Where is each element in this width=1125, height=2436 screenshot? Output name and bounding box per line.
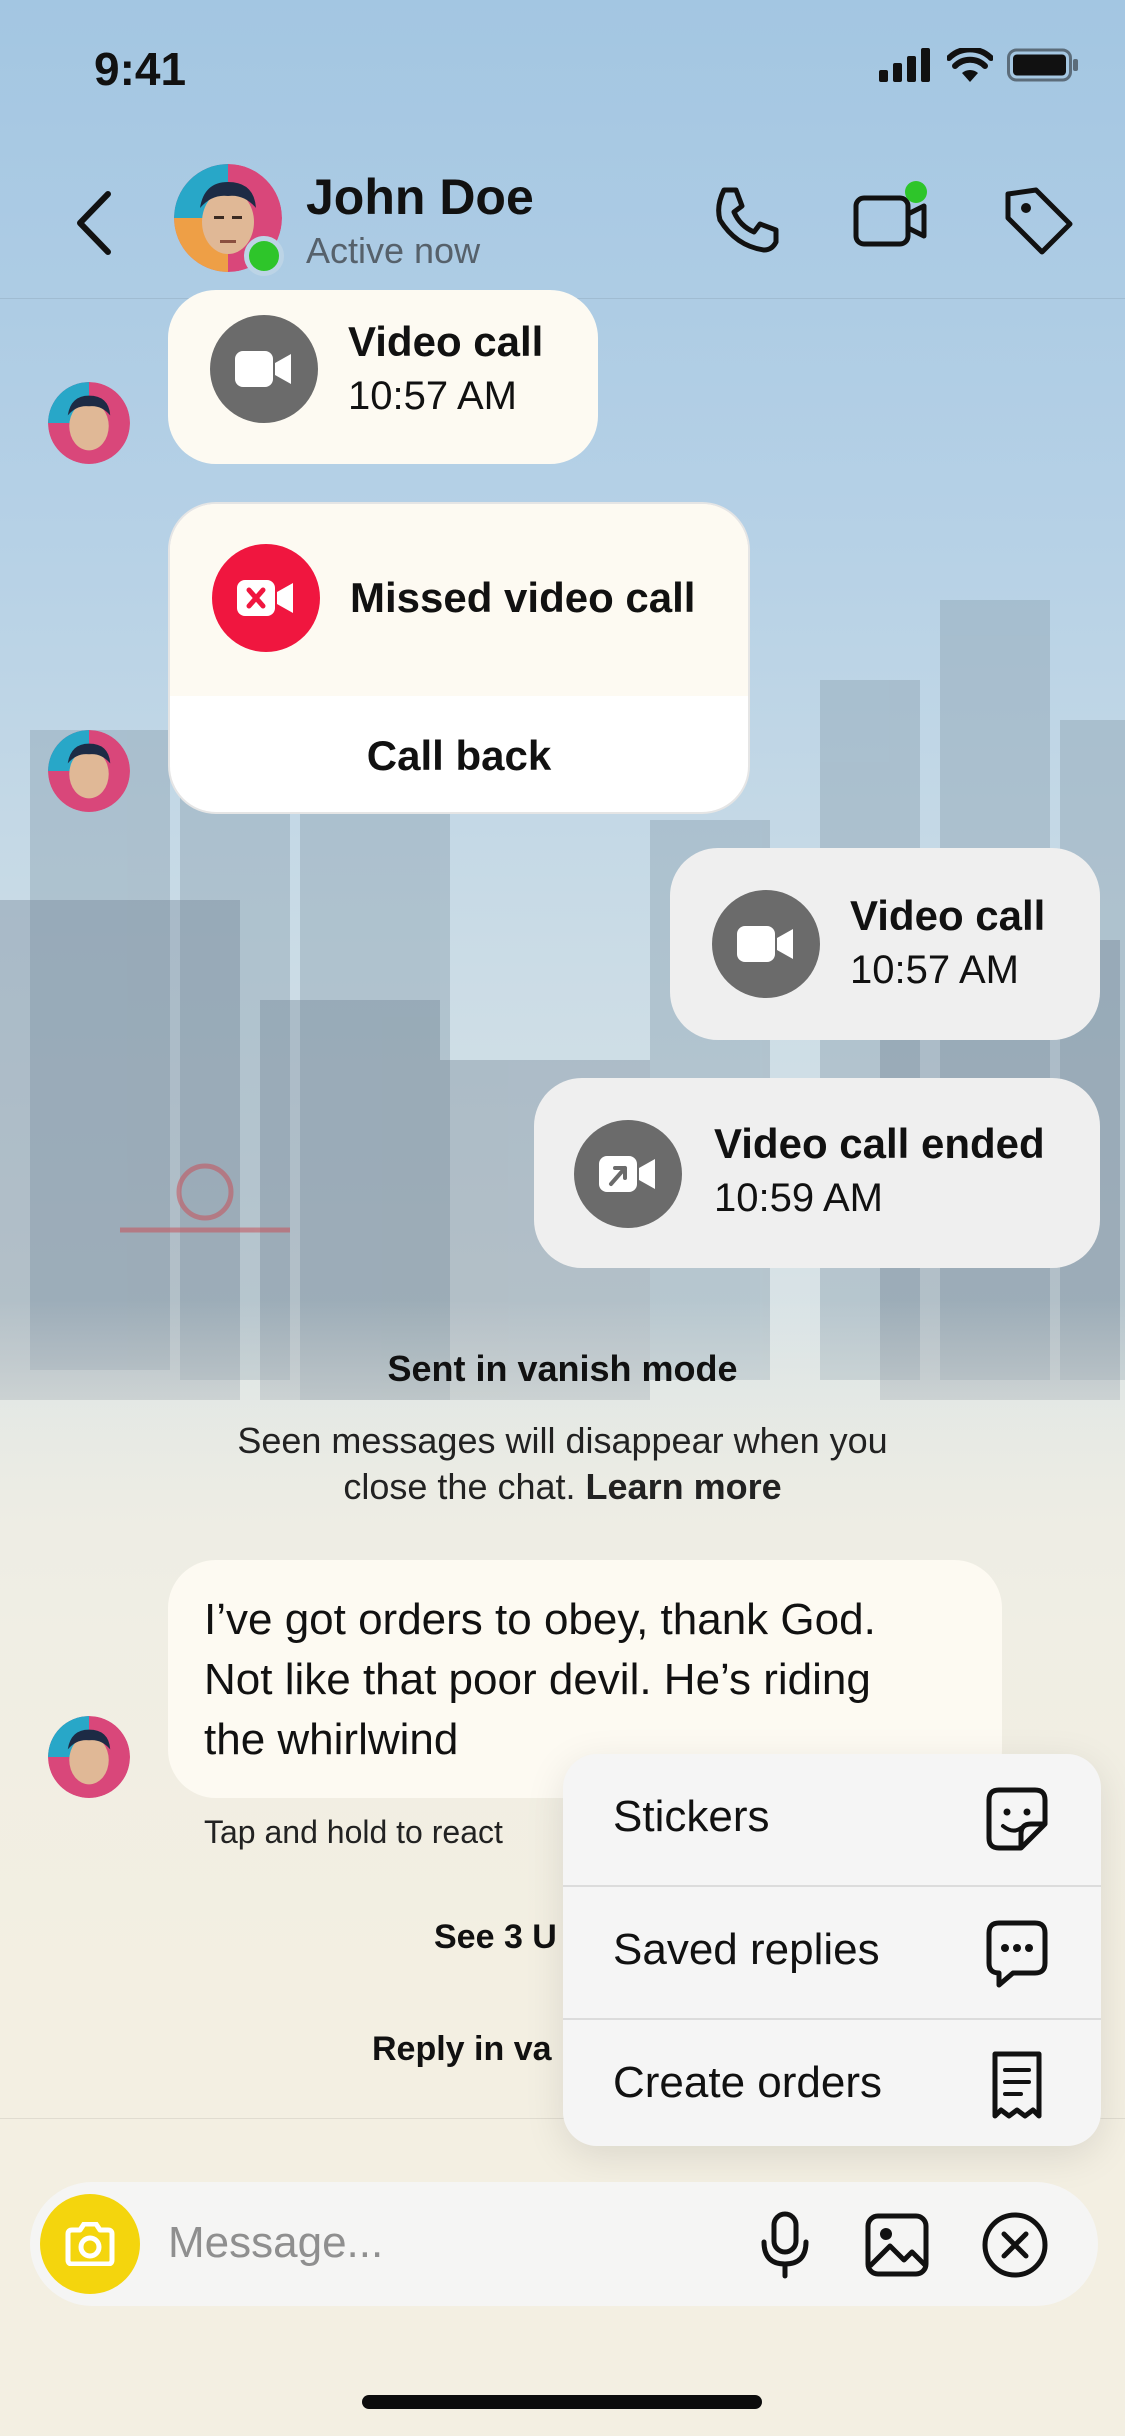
learn-more-link[interactable]: Learn more xyxy=(586,1466,782,1507)
close-menu-icon[interactable] xyxy=(980,2210,1050,2280)
wifi-icon xyxy=(947,48,993,82)
menu-item-saved-replies[interactable]: Saved replies xyxy=(563,1887,1101,2018)
sender-avatar[interactable] xyxy=(48,382,130,464)
message-line: Not like that poor devil. He’s riding xyxy=(204,1655,871,1704)
outgoing-video-call-bubble[interactable]: Video call 10:57 AM xyxy=(670,848,1100,1040)
call-title: Missed video call xyxy=(350,574,696,621)
home-indicator xyxy=(362,2395,762,2409)
status-time: 9:41 xyxy=(94,43,187,95)
chat-bubble-icon xyxy=(986,1920,1048,1988)
call-title: Video call xyxy=(348,318,544,365)
call-ended-icon xyxy=(574,1120,682,1228)
react-hint: Tap and hold to react xyxy=(204,1814,503,1850)
phone-icon[interactable] xyxy=(706,180,786,260)
tag-icon[interactable] xyxy=(998,180,1078,260)
camera-button[interactable] xyxy=(40,2194,140,2294)
missed-call-icon xyxy=(212,544,320,652)
call-time: 10:57 AM xyxy=(850,948,1020,992)
receipt-icon xyxy=(992,2051,1042,2119)
camera-icon xyxy=(65,2222,115,2266)
reply-in-vanish-mode-link[interactable]: Reply in va xyxy=(372,2030,552,2069)
sender-avatar[interactable] xyxy=(48,1716,130,1798)
menu-item-label: Stickers xyxy=(613,1792,770,1841)
vanish-mode-line2: close the chat. Learn more xyxy=(0,1466,1125,1508)
call-back-button[interactable]: Call back xyxy=(170,732,748,780)
menu-item-label: Saved replies xyxy=(613,1925,880,1974)
menu-item-stickers[interactable]: Stickers xyxy=(563,1754,1101,1885)
online-status-dot xyxy=(244,236,284,276)
message-input[interactable]: Message... xyxy=(168,2218,383,2268)
missed-video-call-bubble: Missed video call Call back xyxy=(168,502,750,814)
menu-item-create-orders[interactable]: Create orders xyxy=(563,2020,1101,2146)
call-time: 10:59 AM xyxy=(714,1176,884,1220)
video-call-ended-bubble[interactable]: Video call ended 10:59 AM xyxy=(534,1078,1100,1268)
message-line: I’ve got orders to obey, thank God. xyxy=(204,1595,876,1644)
presence-status: Active now xyxy=(306,230,481,271)
contact-name[interactable]: John Doe xyxy=(306,168,534,226)
vanish-mode-text: close the chat. xyxy=(343,1466,576,1507)
video-call-icon xyxy=(712,890,820,998)
call-time: 10:57 AM xyxy=(348,374,518,418)
message-text: I’ve got orders to obey, thank God. Not … xyxy=(204,1590,984,1770)
microphone-icon[interactable] xyxy=(750,2210,820,2280)
gallery-icon[interactable] xyxy=(862,2210,932,2280)
back-chevron-icon[interactable] xyxy=(70,188,120,258)
signal-icon xyxy=(879,48,930,82)
call-title: Video call xyxy=(850,892,1046,939)
status-icons xyxy=(879,48,1079,82)
vanish-mode-line1: Seen messages will disappear when you xyxy=(237,1420,888,1461)
battery-icon xyxy=(1007,48,1078,82)
sender-avatar[interactable] xyxy=(48,730,130,812)
menu-item-label: Create orders xyxy=(613,2058,883,2107)
video-camera-icon[interactable] xyxy=(850,180,930,260)
message-composer: Message... xyxy=(30,2182,1098,2306)
chat-header: John Doe Active now xyxy=(0,150,1125,299)
sticker-icon xyxy=(986,1787,1048,1851)
video-call-icon xyxy=(210,315,318,423)
composer-options-menu: Stickers Saved replies Create orders xyxy=(563,1754,1101,2146)
vanish-mode-heading: Sent in vanish mode xyxy=(387,1348,738,1389)
see-more-link[interactable]: See 3 U xyxy=(434,1918,557,1957)
incoming-video-call-bubble[interactable]: Video call 10:57 AM xyxy=(168,290,598,464)
call-title: Video call ended xyxy=(714,1120,1045,1167)
